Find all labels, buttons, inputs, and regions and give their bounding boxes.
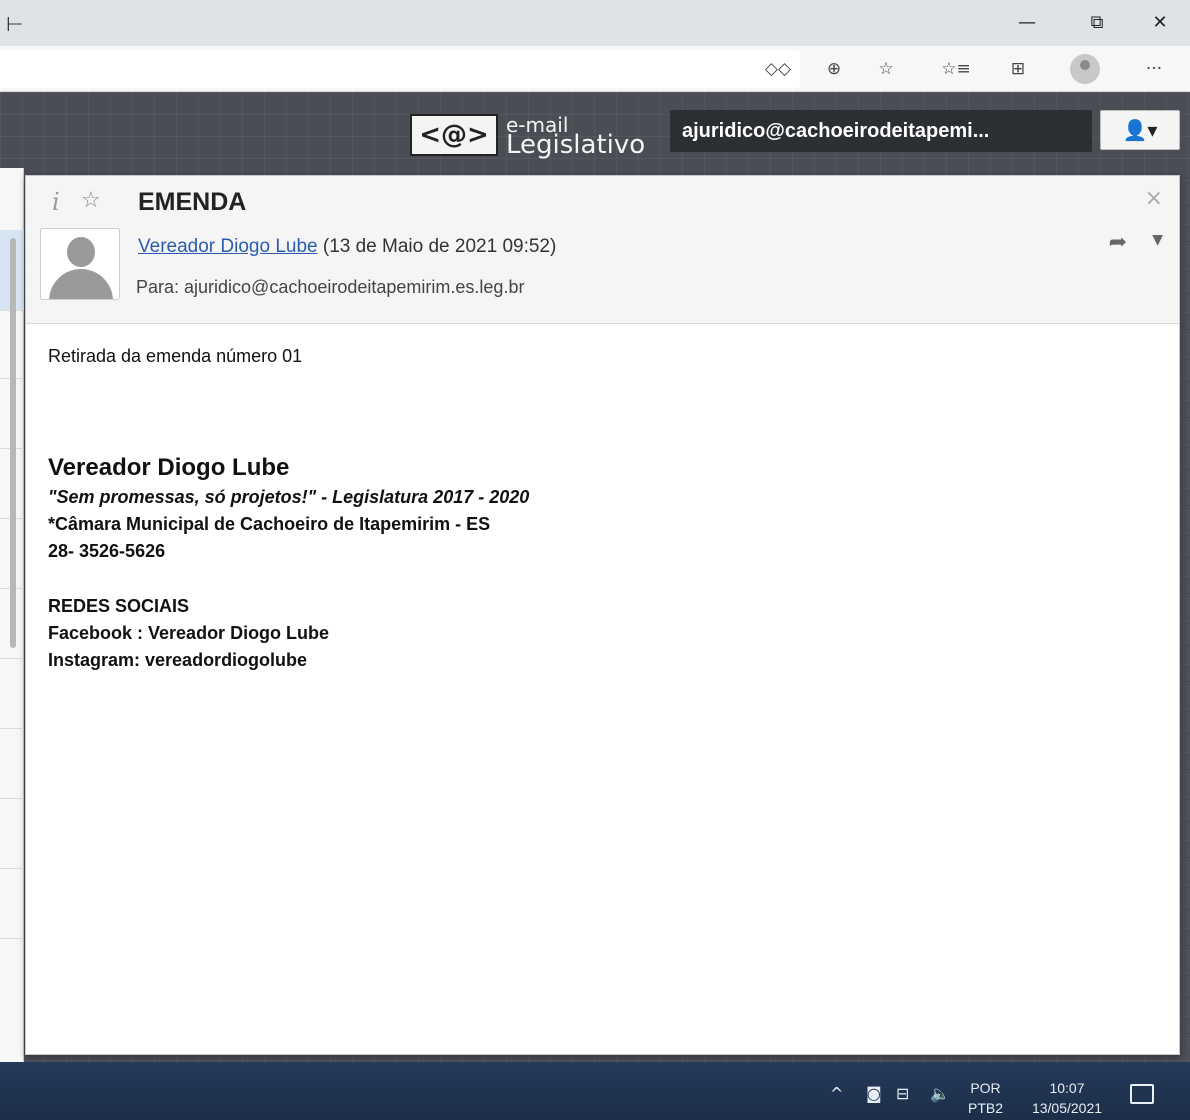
zoom-icon[interactable]: ⊕ xyxy=(818,54,850,84)
close-message-icon[interactable]: × xyxy=(1145,186,1163,211)
network-icon[interactable]: ⊟ xyxy=(896,1084,909,1103)
minimize-button[interactable]: — xyxy=(1012,8,1042,38)
window-titlebar: ⊢ — ⧉ ✕ xyxy=(0,0,1190,46)
collections-icon[interactable]: ⊞ xyxy=(1002,54,1034,84)
message-view: i ☆ EMENDA × Vereador Diogo Lube (13 de … xyxy=(25,175,1180,1055)
message-subject: EMENDA xyxy=(138,188,247,216)
recipient-line: Para: ajuridico@cachoeirodeitapemirim.es… xyxy=(136,277,525,297)
logo-line-2: Legislativo xyxy=(506,130,646,160)
signature-social-title: REDES SOCIAIS xyxy=(48,596,190,616)
signature-slogan: "Sem promessas, só projetos!" - Legislat… xyxy=(48,487,530,507)
at-sign-icon: <@> xyxy=(410,114,498,156)
signature-facebook: Facebook : Vereador Diogo Lube xyxy=(48,623,330,643)
sent-date: (13 de Maio de 2021 09:52) xyxy=(322,236,557,257)
chevron-down-icon[interactable]: ▼ xyxy=(1152,232,1163,248)
list-divider xyxy=(0,728,24,729)
signature-name: Vereador Diogo Lube xyxy=(48,454,290,481)
volume-icon[interactable]: 🔈 xyxy=(930,1084,950,1103)
message-body: Retirada da emenda número 01 Vereador Di… xyxy=(48,346,1148,670)
list-divider xyxy=(0,658,24,659)
avatar xyxy=(40,228,120,300)
list-divider xyxy=(0,868,24,869)
add-favorite-icon[interactable]: ☆ xyxy=(870,54,902,84)
meet-now-icon[interactable]: ◙ xyxy=(866,1084,882,1103)
list-scrollbar[interactable] xyxy=(10,238,16,648)
message-list[interactable] xyxy=(0,168,24,1068)
reader-view-icon[interactable]: ◇◇ xyxy=(762,54,794,84)
signature-phone: 28- 3526-5626 xyxy=(48,541,166,561)
body-text: Retirada da emenda número 01 xyxy=(48,346,303,366)
clock[interactable]: 10:07 13/05/2021 xyxy=(1022,1078,1112,1118)
list-divider xyxy=(0,938,24,939)
more-icon[interactable]: ··· xyxy=(1138,54,1170,84)
signature: Vereador Diogo Lube "Sem promessas, só p… xyxy=(48,454,948,672)
browser-toolbar: ◇◇ ⊕ ☆ ☆≡ ⊞ ··· xyxy=(0,46,1190,92)
notification-icon[interactable] xyxy=(1130,1084,1154,1104)
info-icon[interactable]: i xyxy=(52,188,60,216)
forward-icon[interactable]: ➦ xyxy=(1109,230,1127,255)
account-menu-button[interactable]: 👤▾ xyxy=(1100,110,1180,150)
chevron-up-icon[interactable]: ^ xyxy=(830,1084,843,1103)
close-window-button[interactable]: ✕ xyxy=(1145,8,1175,38)
language-indicator[interactable]: POR PTB2 xyxy=(968,1078,1003,1118)
app-logo: <@> e-mail Legislativo xyxy=(410,110,655,160)
tab-edge: ⊢ xyxy=(6,14,24,36)
list-divider xyxy=(0,798,24,799)
star-icon[interactable]: ☆ xyxy=(81,188,101,213)
favorites-icon[interactable]: ☆≡ xyxy=(940,54,972,84)
taskbar: ^ ◙ ⊟ 🔈 POR PTB2 10:07 13/05/2021 xyxy=(0,1062,1190,1120)
account-email[interactable]: ajuridico@cachoeirodeitapemi... xyxy=(670,110,1092,152)
sender-line: Vereador Diogo Lube (13 de Maio de 2021 … xyxy=(138,236,556,258)
address-bar[interactable] xyxy=(0,50,800,88)
profile-icon[interactable] xyxy=(1070,54,1100,84)
restore-button[interactable]: ⧉ xyxy=(1082,8,1112,38)
signature-chamber: *Câmara Municipal de Cachoeiro de Itapem… xyxy=(48,514,491,534)
sender-link[interactable]: Vereador Diogo Lube xyxy=(138,236,318,257)
signature-instagram: Instagram: vereadordiogolube xyxy=(48,650,308,670)
message-header: i ☆ EMENDA × Vereador Diogo Lube (13 de … xyxy=(26,176,1179,324)
